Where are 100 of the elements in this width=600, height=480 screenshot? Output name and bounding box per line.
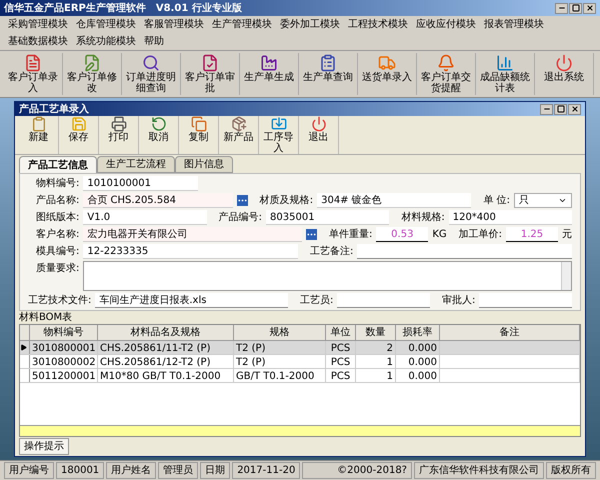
status-text: 180001 <box>56 462 104 479</box>
close-button[interactable] <box>568 104 581 114</box>
field-label: 物料编号: <box>36 176 80 191</box>
toolbar-button[interactable]: 退出 <box>299 116 339 154</box>
input-field[interactable] <box>357 244 572 259</box>
field-label: 质量要求: <box>36 262 80 276</box>
field-label: 产品编号: <box>218 210 262 225</box>
close-button[interactable] <box>583 2 596 14</box>
field-label: 审批人: <box>442 294 476 308</box>
menu-item[interactable]: 客服管理模块 <box>140 16 208 33</box>
status-text: 管理员 <box>158 462 198 479</box>
maximize-icon <box>572 4 580 12</box>
toolbar-button[interactable]: 复制 <box>179 116 219 154</box>
toolbar-button[interactable]: 新建 <box>19 116 59 154</box>
toolbar-button[interactable]: 退出系统 <box>535 53 594 95</box>
unit-label: 元 <box>562 228 572 242</box>
menu-item[interactable]: 应收应付模块 <box>412 16 480 33</box>
menu-item[interactable]: 仓库管理模块 <box>72 16 140 33</box>
field-label: 工艺员: <box>300 294 334 308</box>
menu-item[interactable]: 帮助 <box>140 33 168 50</box>
field-label: 产品名称: <box>36 194 80 208</box>
input-field[interactable]: 12-2233335 <box>83 244 298 259</box>
window-title: 信华五金产品ERP生产管理软件 V8.01 行业专业版 <box>4 2 242 16</box>
toolbar-button[interactable]: 取消 <box>139 116 179 154</box>
input-field[interactable]: V1.0 <box>83 210 207 225</box>
status-text: 日期 <box>200 462 230 479</box>
menu-item[interactable]: 系统功能模块 <box>72 33 140 50</box>
table-cell: GB/T T0.1-2000 <box>234 369 326 382</box>
field-label: 工艺备注: <box>310 244 354 259</box>
column-header[interactable]: 备注 <box>440 325 580 340</box>
input-field[interactable]: 车间生产进度日报表.xls <box>95 293 288 308</box>
input-field[interactable] <box>337 293 430 308</box>
input-field[interactable] <box>479 293 572 308</box>
field-label: 材料规格: <box>401 210 445 225</box>
tab[interactable]: 生产工艺流程 <box>97 156 175 173</box>
table-cell: 3010800001 <box>30 341 98 354</box>
maximize-button[interactable] <box>569 2 582 14</box>
column-header[interactable]: 物料编号 <box>30 325 98 340</box>
input-field[interactable]: 304# 镀金色 <box>317 193 472 208</box>
dropdown-field[interactable]: 只 <box>514 193 572 208</box>
field-label: 图纸版本: <box>36 210 80 225</box>
toolbar-button[interactable]: 订单进度明细查询 <box>122 53 181 95</box>
input-field[interactable]: 合页 CHS.205.584 <box>83 193 233 208</box>
toolbar-button[interactable]: 打印 <box>99 116 139 154</box>
minimize-button[interactable] <box>540 104 553 114</box>
maximize-button[interactable] <box>554 104 567 114</box>
table-cell: 5011200001 <box>30 369 98 382</box>
input-field[interactable]: 8035001 <box>266 210 390 225</box>
toolbar-button[interactable]: 成品缺额统计表 <box>476 53 535 95</box>
input-field[interactable]: 宏力电器开关有限公司 <box>83 227 302 242</box>
power-icon <box>310 116 326 132</box>
column-header[interactable]: 单位 <box>326 325 356 340</box>
table-row[interactable]: 3010800001 CHS.205861/11-T2 (P) T2 (P) PCS 2 0.000 <box>20 341 580 355</box>
input-field[interactable]: 120*400 <box>448 210 572 225</box>
toolbar-button[interactable]: 保存 <box>59 116 99 154</box>
menu-item[interactable]: 采购管理模块 <box>4 16 72 33</box>
menu-item[interactable]: 基础数据模块 <box>4 33 72 50</box>
toolbar-button[interactable]: 客户订单审批 <box>181 53 240 95</box>
column-header[interactable]: 规格 <box>234 325 326 340</box>
menu-item[interactable]: 工程技术模块 <box>344 16 412 33</box>
table-cell: PCS <box>326 355 356 368</box>
toolbar-button[interactable]: 新产品 <box>219 116 259 154</box>
input-field[interactable]: 1010100001 <box>83 176 198 191</box>
table-row[interactable]: 3010800002 CHS.205861/12-T2 (P) T2 (P) PCS 1 0.000 <box>20 355 580 369</box>
undo-icon <box>150 116 166 132</box>
menu-item[interactable]: 委外加工模块 <box>276 16 344 33</box>
lookup-icon[interactable] <box>306 229 317 240</box>
menu-item[interactable]: 报表管理模块 <box>480 16 548 33</box>
toolbar-button[interactable]: 送货单录入 <box>358 53 417 95</box>
tab[interactable]: 操作提示 <box>19 438 69 455</box>
menu-item[interactable]: 生产管理模块 <box>208 16 276 33</box>
toolbar-button[interactable]: 生产单查询 <box>299 53 358 95</box>
minimize-button[interactable] <box>555 2 568 14</box>
table-cell: 0.000 <box>396 341 440 354</box>
table-row[interactable]: 5011200001 M10*80 GB/T T0.1-2000 GB/T T0.1-2000 PCS 1 0.000 <box>20 369 580 383</box>
text-area[interactable] <box>83 261 572 291</box>
toolbar-button[interactable]: 客户订单录入 <box>4 53 63 95</box>
column-header[interactable]: 损耗率 <box>396 325 440 340</box>
toolbar-button[interactable]: 生产单生成 <box>240 53 299 95</box>
table-cell: T2 (P) <box>234 341 326 354</box>
power-icon <box>555 54 573 72</box>
status-text: 2017-11-20 <box>232 462 300 479</box>
bell-icon <box>437 54 455 72</box>
toolbar-button[interactable]: 客户订单交货提醒 <box>417 53 476 95</box>
tab[interactable]: 产品工艺信息 <box>19 156 97 173</box>
lookup-icon[interactable] <box>236 195 248 206</box>
column-header[interactable]: 数量 <box>356 325 396 340</box>
input-field[interactable]: 0.53 <box>376 227 428 242</box>
printer-icon <box>110 116 126 132</box>
table-cell: PCS <box>326 369 356 382</box>
column-header[interactable]: 材料品名及规格 <box>98 325 234 340</box>
field-label: 客户名称: <box>36 228 80 242</box>
field-label: 材质及规格: <box>260 194 314 208</box>
toolbar-button[interactable]: 客户订单修改 <box>63 53 122 95</box>
toolbar-button[interactable]: 工序导入 <box>259 116 299 154</box>
status-text: 广东信华软件科技有限公司 <box>414 462 544 479</box>
table-cell: CHS.205861/12-T2 (P) <box>98 355 234 368</box>
input-field[interactable]: 1.25 <box>506 227 558 242</box>
scrollbar[interactable] <box>561 262 571 290</box>
tab[interactable]: 图片信息 <box>175 156 233 173</box>
